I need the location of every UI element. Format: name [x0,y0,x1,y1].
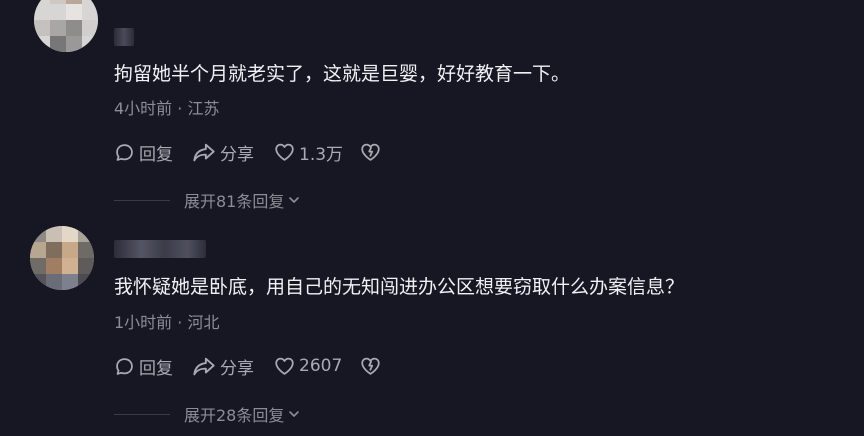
chevron-down-icon [289,197,300,203]
comment-location: 河北 [187,313,220,332]
reply-icon [116,143,133,161]
comment-text: 拘留她半个月就老实了，这就是巨婴，好好教育一下。 [114,63,571,85]
like-button[interactable]: 2607 [274,356,360,376]
dislike-icon [361,143,380,161]
reply-label: 回复 [139,144,173,165]
avatar[interactable] [34,0,98,52]
expand-divider [114,199,170,201]
expand-replies[interactable]: 展开81条回复 [114,188,300,212]
share-label: 分享 [220,144,254,165]
like-button[interactable]: 1.3万 [274,140,360,165]
expand-replies-label[interactable]: 展开28条回复 [184,402,284,426]
dislike-button[interactable] [360,142,381,162]
comment-actions: 回复 分享 2607 [114,354,381,379]
reply-icon [116,357,133,375]
dislike-button[interactable] [360,356,381,376]
reply-button[interactable]: 回复 [114,140,192,165]
meta-separator: · [177,99,183,118]
comment-time: 4小时前 [114,99,173,118]
comment-location: 江苏 [187,99,220,118]
share-icon [193,143,215,161]
like-count: 2607 [299,356,343,376]
reply-button[interactable]: 回复 [114,354,192,379]
comment-actions: 回复 分享 1.3万 [114,140,381,165]
share-button[interactable]: 分享 [192,354,274,379]
expand-divider [114,413,170,415]
like-count: 1.3万 [299,144,344,165]
heart-icon [275,143,294,161]
comment-meta: 1小时前 · 河北 [114,309,219,333]
share-label: 分享 [220,358,254,379]
expand-replies[interactable]: 展开28条回复 [114,402,300,426]
comment-meta: 4小时前 · 江苏 [114,95,219,119]
chevron-down-icon [289,411,300,417]
dislike-icon [361,357,380,375]
share-button[interactable]: 分享 [192,140,274,165]
username[interactable] [114,28,134,46]
username[interactable] [114,240,206,258]
heart-icon [275,357,294,375]
comment-time: 1小时前 [114,313,173,332]
comment-text: 我怀疑她是卧底，用自己的无知闯进办公区想要窃取什么办案信息？ [114,276,685,298]
reply-label: 回复 [139,358,173,379]
avatar[interactable] [30,226,94,290]
share-icon [193,357,215,375]
meta-separator: · [177,313,183,332]
expand-replies-label[interactable]: 展开81条回复 [184,188,284,212]
